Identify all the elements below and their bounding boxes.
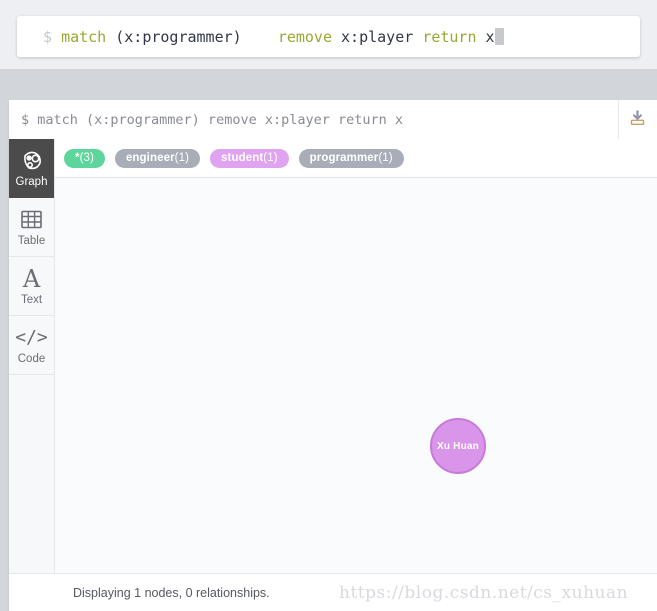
watermark-text: https://blog.csdn.net/cs_xuhuan	[339, 583, 629, 603]
label-pill-programmer-count: (1)	[378, 152, 393, 164]
label-pill-engineer-name: engineer	[125, 152, 175, 164]
neo4j-browser-window: $ match (x:programmer) remove x:player r…	[0, 0, 657, 611]
code-icon: </>	[15, 326, 48, 348]
label-pill-all-count: (3)	[79, 152, 94, 164]
query-editor-card[interactable]: $ match (x:programmer) remove x:player r…	[17, 16, 640, 57]
editor-band: $ match (x:programmer) remove x:player r…	[0, 0, 657, 69]
label-pill-student[interactable]: student (1)	[210, 148, 289, 168]
editor-prompt: $	[43, 27, 53, 46]
label-pill-student-count: (1)	[263, 152, 278, 164]
text-icon: A	[22, 264, 41, 293]
sidebar-item-table-label: Table	[17, 234, 46, 247]
graph-node-caption: Xu Huan	[437, 440, 479, 452]
result-frame: $ match (x:programmer) remove x:player r…	[9, 100, 657, 611]
query-editor-line[interactable]: $ match (x:programmer) remove x:player r…	[43, 16, 504, 57]
sidebar-item-table[interactable]: Table	[9, 198, 54, 257]
graph-canvas[interactable]: Xu Huan	[55, 178, 657, 573]
label-pill-all[interactable]: * (3)	[64, 148, 105, 168]
graph-icon	[21, 149, 43, 173]
label-pill-engineer-count: (1)	[174, 152, 190, 164]
label-legend-row: * (3) engineer (1) student (1) programmer (1…	[9, 139, 657, 178]
download-button[interactable]	[618, 100, 657, 139]
sidebar-item-graph-label: Graph	[15, 175, 48, 188]
sidebar-item-code-label: Code	[17, 352, 46, 365]
label-pill-programmer[interactable]: programmer (1)	[298, 148, 404, 168]
result-view-sidebar: Graph Table A Text </> Code	[9, 139, 55, 573]
sidebar-item-graph[interactable]: Graph	[9, 139, 54, 198]
sidebar-item-text[interactable]: A Text	[9, 257, 54, 316]
editor-token-pattern: (x:programmer)	[115, 27, 242, 46]
result-header: $ match (x:programmer) remove x:player r…	[9, 100, 657, 140]
sidebar-item-text-label: Text	[20, 293, 43, 306]
editor-token-match: match	[61, 27, 116, 46]
label-pill-student-name: student	[221, 152, 264, 164]
result-query-text: $ match (x:programmer) remove x:player r…	[21, 111, 404, 128]
editor-token-space	[242, 28, 278, 46]
table-icon	[21, 208, 42, 232]
status-bar: Displaying 1 nodes, 0 relationships. htt…	[9, 573, 657, 611]
editor-token-var: x	[485, 27, 495, 46]
editor-token-remove: remove	[277, 27, 342, 46]
label-pill-engineer[interactable]: engineer (1)	[114, 148, 201, 168]
editor-token-label: x:player	[341, 27, 423, 46]
background-gap	[0, 69, 657, 100]
text-caret	[494, 28, 504, 45]
editor-token-return: return	[422, 27, 486, 46]
sidebar-item-code[interactable]: </> Code	[9, 316, 54, 375]
status-text: Displaying 1 nodes, 0 relationships.	[73, 586, 270, 600]
download-icon	[629, 109, 646, 131]
label-pill-programmer-name: programmer	[309, 152, 379, 164]
graph-node[interactable]: Xu Huan	[430, 418, 486, 474]
